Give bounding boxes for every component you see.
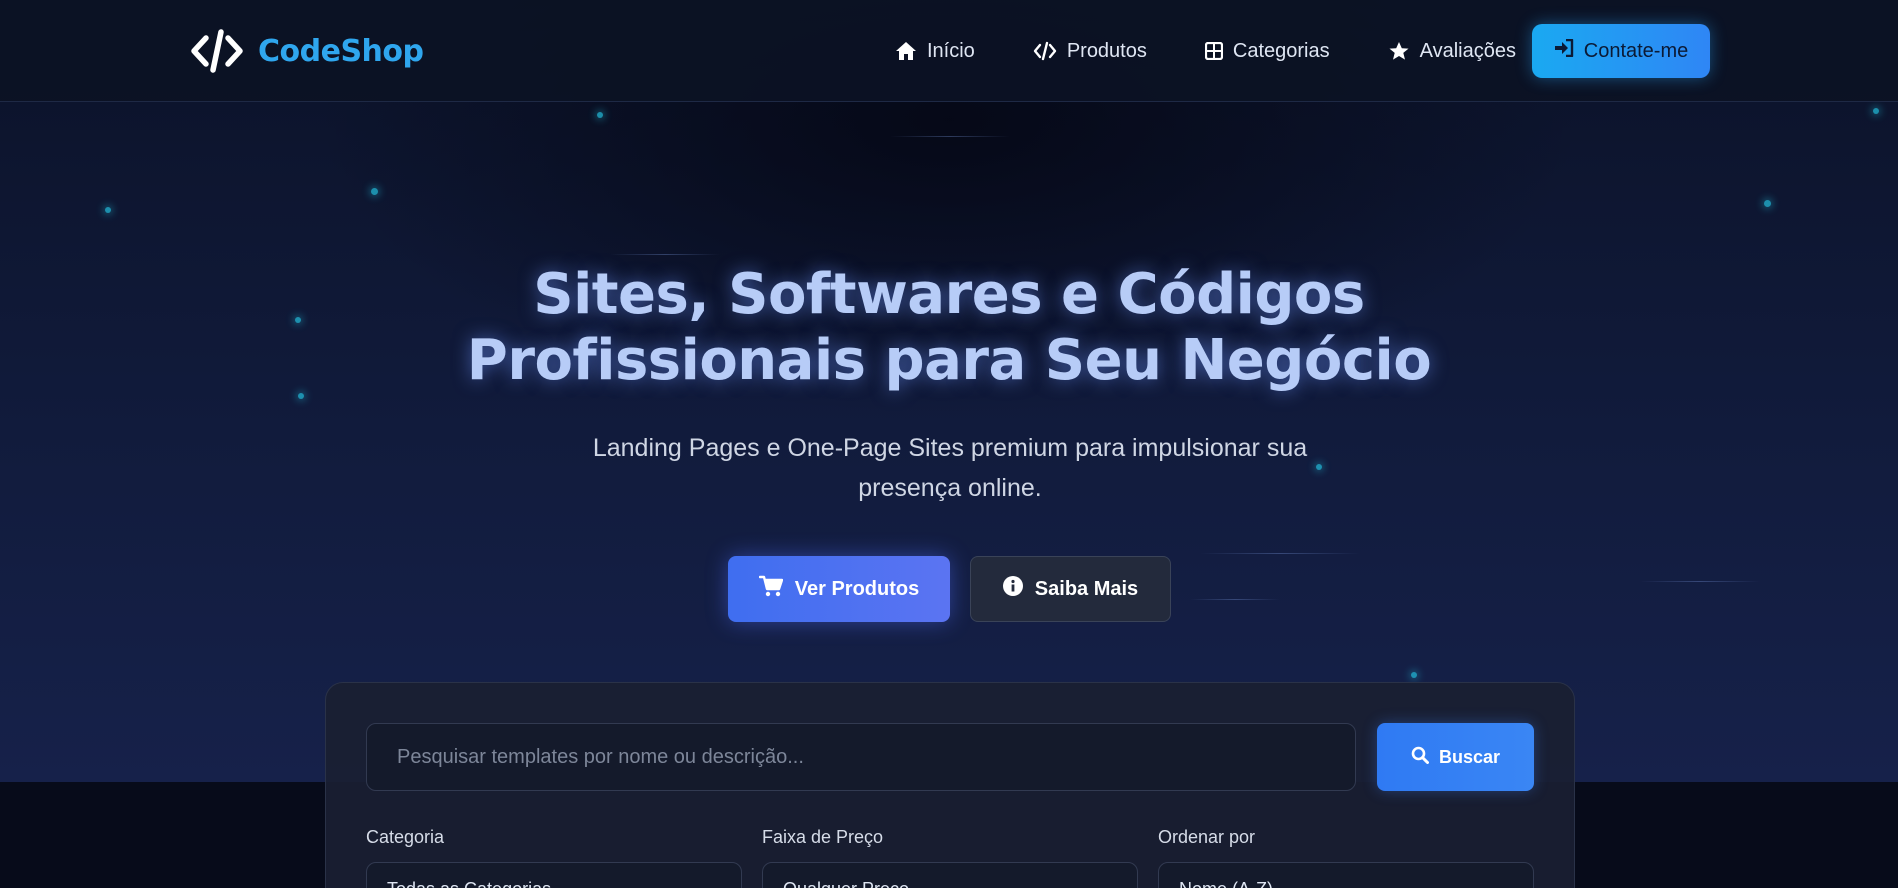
hero-title-line-2: Profissionais para Seu Negócio xyxy=(466,328,1432,393)
code-icon xyxy=(1033,41,1057,61)
view-products-button[interactable]: Ver Produtos xyxy=(728,556,950,622)
particle-dot xyxy=(597,112,603,118)
view-products-label: Ver Produtos xyxy=(794,577,920,600)
select-value: Nome (A-Z) xyxy=(1179,879,1273,888)
select-value: Todas as Categorias xyxy=(387,879,551,888)
filter-label: Categoria xyxy=(366,827,445,847)
filter-sort: Ordenar por Nome (A-Z) xyxy=(1158,827,1534,888)
nav-item-produtos[interactable]: Produtos xyxy=(1033,33,1147,69)
info-icon xyxy=(1002,576,1023,602)
nav-item-label: Início xyxy=(927,39,975,62)
search-button[interactable]: Buscar xyxy=(1377,723,1534,791)
light-streak xyxy=(1640,581,1760,582)
contact-button-label: Contate-me xyxy=(1583,39,1689,62)
cart-icon xyxy=(758,575,783,603)
particle-dot xyxy=(1411,672,1417,678)
contact-button[interactable]: Contate-me xyxy=(1532,24,1710,78)
select-value: Qualquer Preço xyxy=(783,879,909,888)
particle-dot xyxy=(295,317,301,323)
particle-dot xyxy=(1873,108,1879,114)
nav-item-avaliacoes[interactable]: Avaliações xyxy=(1388,33,1516,69)
top-navbar: CodeShop Início Produtos Categorias Aval… xyxy=(0,0,1898,102)
light-streak xyxy=(1190,599,1280,600)
code-brackets-icon xyxy=(190,28,244,74)
filter-label: Ordenar por xyxy=(1158,827,1256,847)
nav-item-categorias[interactable]: Categorias xyxy=(1204,33,1330,69)
filter-price: Faixa de Preço Qualquer Preço xyxy=(762,827,1138,888)
learn-more-label: Saiba Mais xyxy=(1034,577,1139,600)
nav-item-label: Produtos xyxy=(1066,39,1147,62)
hero-subtitle: Landing Pages e One-Page Sites premium p… xyxy=(592,434,1308,502)
brand-logo[interactable]: CodeShop xyxy=(190,26,424,76)
hero-title: Sites, Softwares e Códigos Profissionais… xyxy=(449,262,1449,394)
grid-icon xyxy=(1204,42,1223,60)
particle-dot xyxy=(298,393,304,399)
nav-item-label: Avaliações xyxy=(1419,39,1516,62)
home-icon xyxy=(895,41,917,61)
search-input[interactable] xyxy=(366,723,1356,791)
filter-label: Faixa de Preço xyxy=(762,827,884,847)
category-select[interactable]: Todas as Categorias xyxy=(366,862,742,888)
price-range-select[interactable]: Qualquer Preço xyxy=(762,862,1138,888)
brand-name: CodeShop xyxy=(258,33,424,69)
search-panel: Buscar Categoria Todas as Categorias Fai… xyxy=(325,682,1575,888)
sign-in-icon xyxy=(1554,38,1574,63)
learn-more-button[interactable]: Saiba Mais xyxy=(970,556,1171,622)
particle-dot xyxy=(1764,200,1771,207)
particle-dot xyxy=(105,207,111,213)
filter-category: Categoria Todas as Categorias xyxy=(366,827,742,888)
search-icon xyxy=(1411,746,1429,769)
search-button-label: Buscar xyxy=(1438,746,1501,767)
star-icon xyxy=(1388,41,1410,61)
light-streak xyxy=(1200,553,1360,554)
hero-title-line-1: Sites, Softwares e Códigos xyxy=(533,262,1365,327)
light-streak xyxy=(610,254,720,255)
light-streak xyxy=(890,136,1010,137)
nav-item-label: Categorias xyxy=(1232,39,1330,62)
nav-item-inicio[interactable]: Início xyxy=(895,33,975,69)
particle-dot xyxy=(371,188,378,195)
main-nav: Início Produtos Categorias Avaliações xyxy=(895,33,1574,69)
sort-select[interactable]: Nome (A-Z) xyxy=(1158,862,1534,888)
